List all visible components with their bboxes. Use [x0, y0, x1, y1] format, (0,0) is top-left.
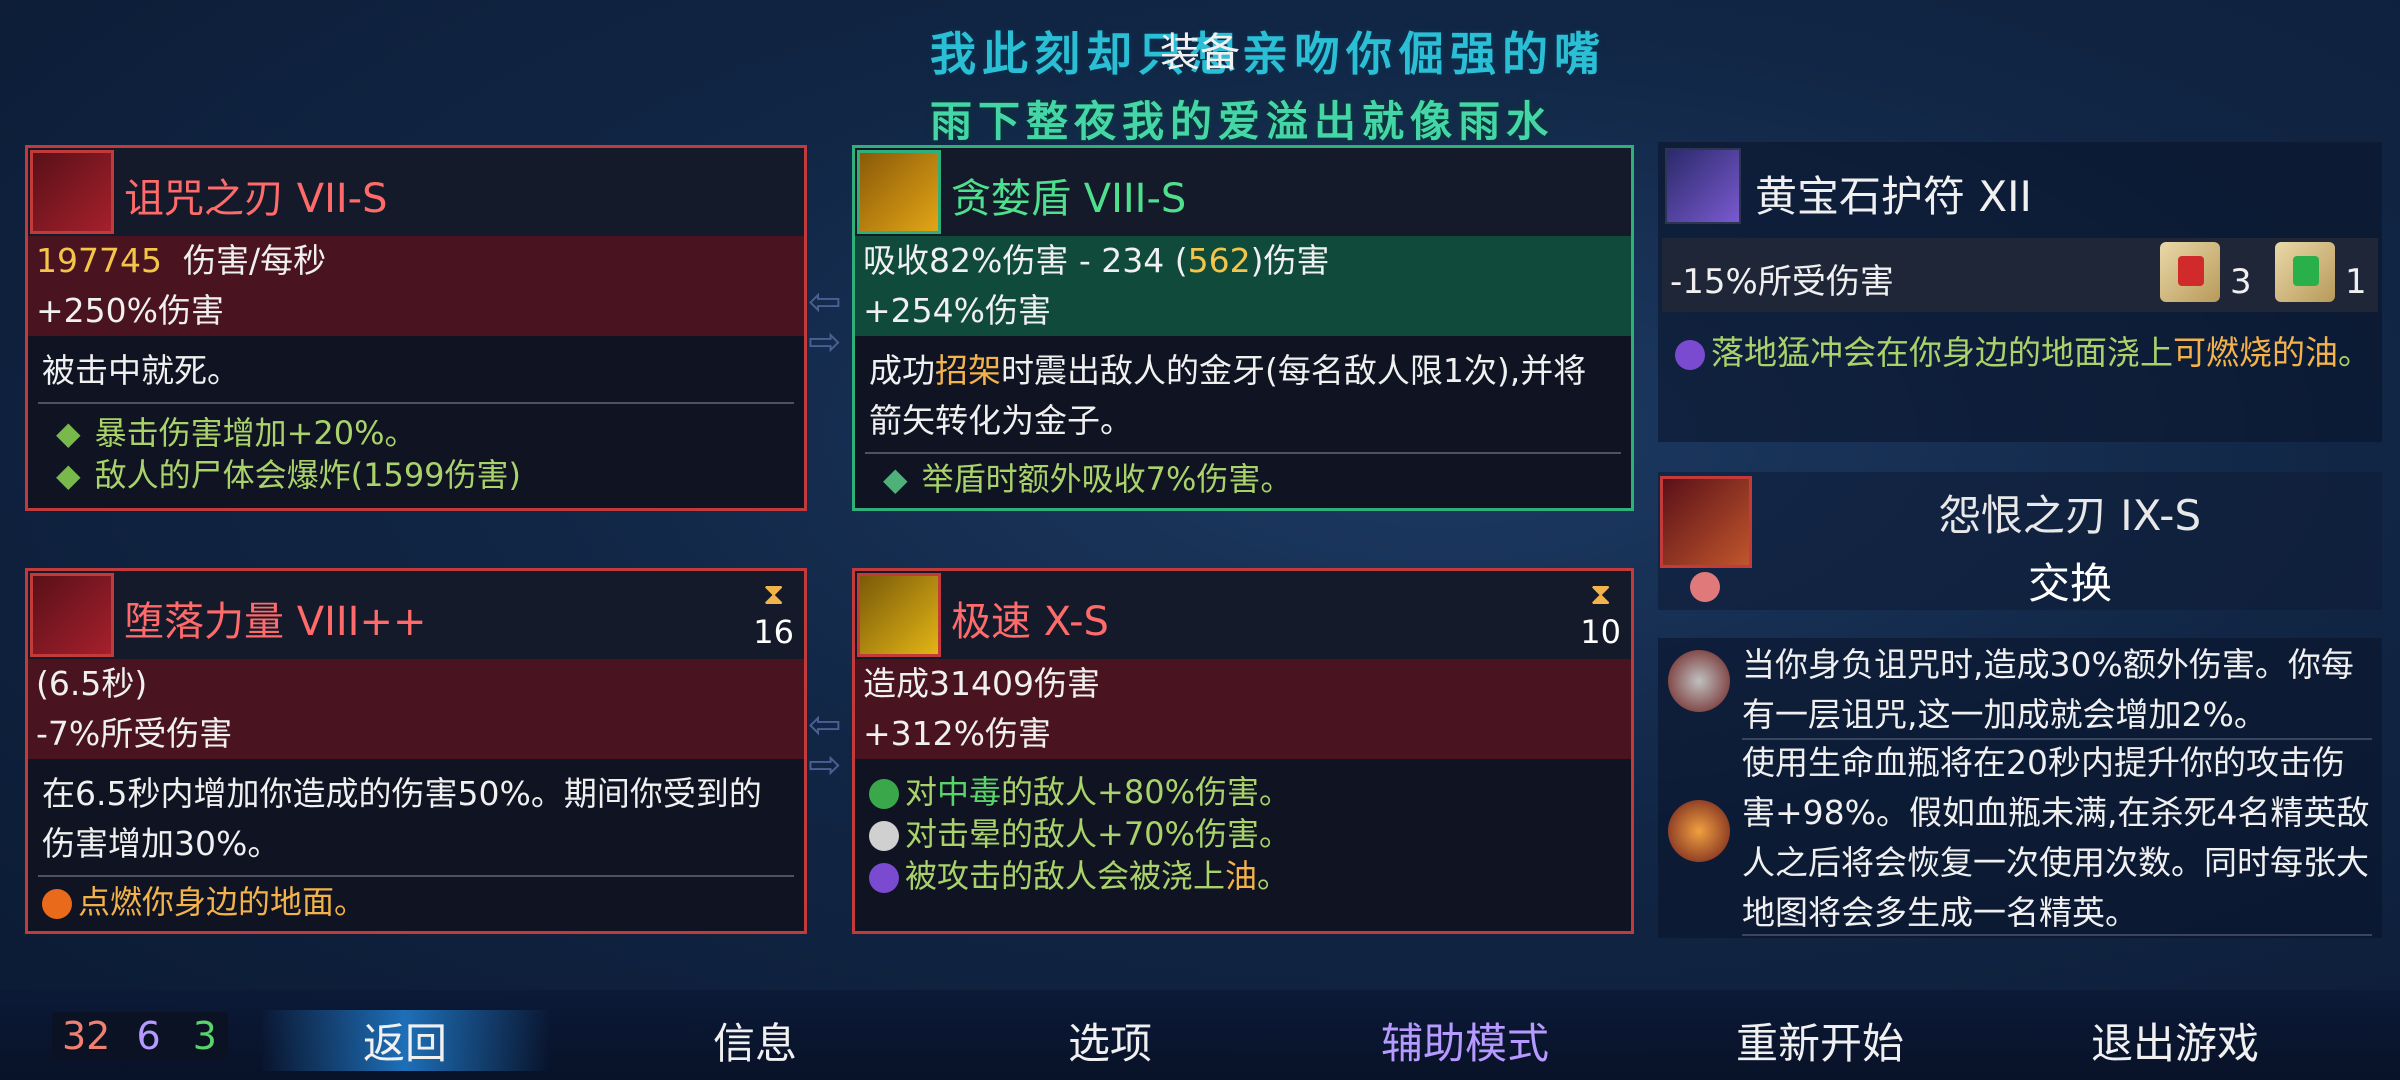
- bullet-text: 的敌人+80%伤害。: [1001, 773, 1291, 811]
- amulet-icon: [1665, 148, 1741, 224]
- scroll-stats: 32 6 3: [52, 1012, 228, 1060]
- menu-assist-mode-button[interactable]: 辅助模式: [1345, 1010, 1585, 1071]
- card-curse-blade[interactable]: 诅咒之刃 VII-S 197745 伤害/每秒 +250%伤害 被击中就死。 ◆…: [25, 145, 807, 511]
- curse-mutation-icon: [1668, 650, 1730, 712]
- fallen-power-icon: [30, 573, 114, 657]
- dps-label: 伤害/每秒: [182, 241, 327, 280]
- menu-options-button[interactable]: 选项: [1000, 1010, 1220, 1071]
- menu-quit-button[interactable]: 退出游戏: [2055, 1010, 2295, 1071]
- menu-restart-button[interactable]: 重新开始: [1700, 1010, 1940, 1071]
- damage-bonus: +254%伤害: [855, 286, 1631, 336]
- purple-scroll-count: 6: [136, 1014, 161, 1058]
- card-haste[interactable]: 极速 X-S ⧗ 10 造成31409伤害 +312%伤害 对中毒的敌人+80%伤…: [852, 568, 1634, 934]
- card-title: 极速 X-S: [951, 599, 1109, 645]
- bullet-text: 被攻击的敌人会被浇上: [905, 857, 1226, 895]
- mutation-text: 使用生命血瓶将在20秒内提升你的攻击伤害+98%。假如血瓶未满,在杀死4名精英敌…: [1742, 743, 2370, 932]
- haste-icon: [857, 573, 941, 657]
- scroll-green-icon: [2275, 242, 2335, 302]
- skull-icon: [1690, 572, 1720, 602]
- shield-icon: [857, 150, 941, 234]
- dps-value: 197745: [36, 241, 162, 280]
- swap-arrows-icon[interactable]: ⇦ ⇨: [808, 705, 842, 785]
- divider: [38, 875, 794, 877]
- cooldown-value: 16: [753, 613, 794, 651]
- damage-stat: 造成31409伤害: [855, 659, 1631, 709]
- divider: [865, 452, 1621, 454]
- duration: (6.5秒): [28, 659, 804, 709]
- mutation-text: 当你身负诅咒时,造成30%额外伤害。你每有一层诅咒,这一加成就会增加2%。: [1742, 645, 2354, 734]
- card-title: 堕落力量 VIII++: [124, 599, 427, 645]
- stun-icon: [869, 821, 899, 851]
- card-description: 被击中就死。: [42, 351, 240, 390]
- bullet-text: 你身边的地面。: [142, 883, 367, 921]
- curse-blade-icon: [30, 150, 114, 234]
- desc-prefix: 成功: [869, 351, 935, 390]
- bullet-text: 敌人的尸体会爆炸(1599伤害): [94, 456, 522, 494]
- bullet-text: 对: [905, 773, 938, 811]
- fire-icon: [42, 889, 72, 919]
- oil-icon: [869, 863, 899, 893]
- card-title: 诅咒之刃 VII-S: [124, 176, 388, 222]
- hourglass-icon: ⧗: [763, 577, 785, 612]
- poison-icon: [869, 779, 899, 809]
- swap-button[interactable]: 交换: [1760, 550, 2380, 611]
- bullet-icon: ◆: [883, 460, 908, 498]
- green-scroll-count: 3: [192, 1014, 217, 1058]
- amulet-title: 黄宝石护符 XII: [1755, 172, 2032, 221]
- card-greed-shield[interactable]: 贪婪盾 VIII-S 吸收82%伤害 - 234 (562)伤害 +254%伤害…: [852, 145, 1634, 511]
- card-fallen-power[interactable]: 堕落力量 VIII++ ⧗ 16 (6.5秒) -7%所受伤害 在6.5秒内增加你…: [25, 568, 807, 934]
- absorb-suffix: )伤害: [1250, 241, 1330, 280]
- flammable-oil-keyword: 可燃烧的油: [2173, 333, 2338, 372]
- amulet-description: 落地猛冲会在你身边的地面浇上可燃烧的油。: [1675, 328, 2375, 428]
- lyric-line-1: 我此刻却只想亲吻你倔强的嘴: [930, 27, 1606, 81]
- absorb-prefix: 吸收82%伤害 - 234 (: [863, 241, 1188, 280]
- amulet-desc-suffix: 。: [2338, 333, 2371, 372]
- menu-info-button[interactable]: 信息: [645, 1010, 865, 1071]
- oil-icon: [1675, 339, 1705, 370]
- damage-taken: -7%所受伤害: [28, 709, 804, 759]
- bullet-text: 举盾时额外吸收7%伤害。: [921, 460, 1293, 498]
- bullet-icon: ◆: [56, 456, 81, 494]
- red-scroll-count: 32: [62, 1014, 111, 1058]
- cooldown-value: 10: [1580, 613, 1621, 651]
- scroll-green-count: 1: [2345, 262, 2367, 302]
- divider: [38, 402, 794, 404]
- amulet-desc-prefix: 落地猛冲会在你身边的地面浇上: [1711, 333, 2173, 372]
- scroll-red-icon: [2160, 242, 2220, 302]
- bullet-icon: ◆: [56, 414, 81, 452]
- card-description: 在6.5秒内增加你造成的伤害50%。期间你受到的伤害增加30%。: [42, 774, 762, 863]
- hourglass-icon: ⧗: [1590, 577, 1612, 612]
- oil-keyword: 油: [1225, 857, 1258, 895]
- menu-back-button[interactable]: 返回: [260, 1010, 550, 1071]
- swap-arrows-icon[interactable]: ⇦ ⇨: [808, 282, 842, 362]
- damage-bonus: +250%伤害: [28, 286, 804, 336]
- poison-keyword: 中毒: [937, 773, 1002, 811]
- resentment-blade-icon: [1660, 476, 1752, 568]
- flask-mutation-icon: [1668, 800, 1730, 862]
- card-title: 贪婪盾 VIII-S: [951, 176, 1187, 222]
- ignite-keyword: 点燃: [78, 883, 143, 921]
- divider: [1742, 934, 2372, 936]
- bullet-text: 对击晕的敌人+70%伤害。: [905, 815, 1291, 853]
- swap-item-name: 怨恨之刃 IX-S: [1938, 491, 2202, 540]
- screen-title: 装备: [1160, 30, 1240, 76]
- parry-keyword: 招架: [935, 351, 1001, 390]
- bullet-text: 。: [1257, 857, 1290, 895]
- absorb-value: 562: [1187, 241, 1251, 280]
- amulet-stat: -15%所受伤害: [1670, 262, 1894, 302]
- scroll-red-count: 3: [2230, 262, 2252, 302]
- lyric-line-2: 雨下整夜我的爱溢出就像雨水: [930, 97, 1555, 146]
- bullet-text: 暴击伤害增加+20%。: [94, 414, 417, 452]
- damage-bonus: +312%伤害: [855, 709, 1631, 759]
